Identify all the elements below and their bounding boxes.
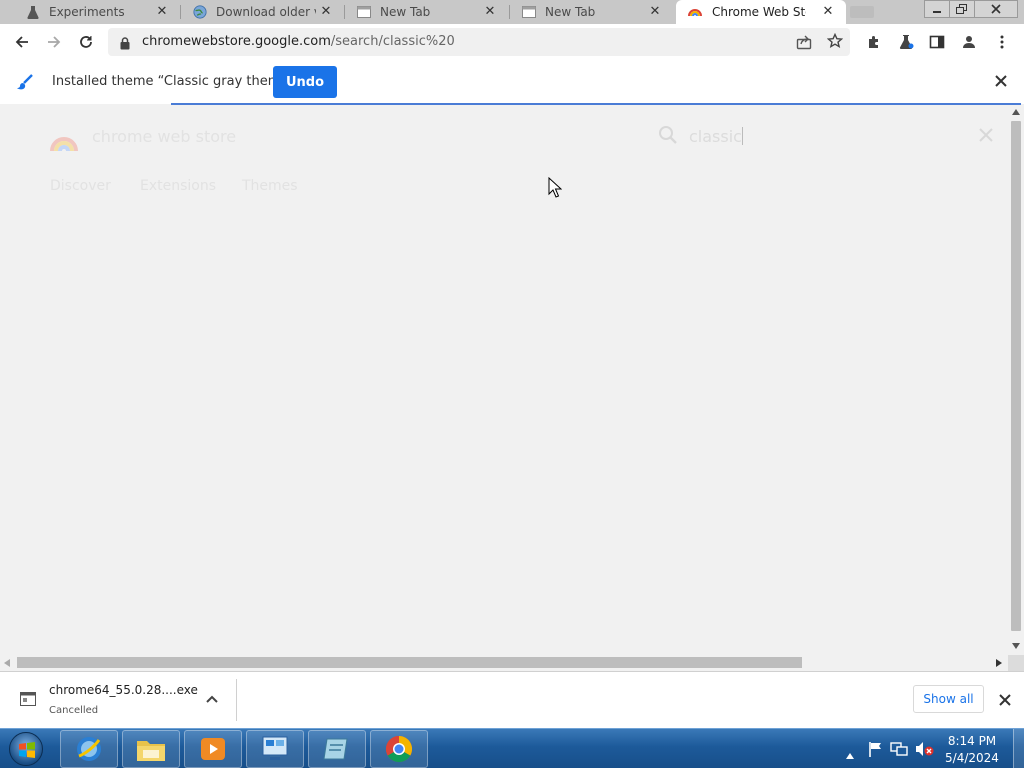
network-app-icon[interactable] <box>246 730 304 768</box>
scroll-right-arrow-icon <box>996 659 1002 667</box>
internet-explorer-icon[interactable] <box>60 730 118 768</box>
clock[interactable]: 8:14 PM 5/4/2024 <box>936 733 1008 767</box>
browser-toolbar: chromewebstore.google.com/search/classic… <box>0 24 1024 60</box>
scroll-down-arrow-icon <box>1012 643 1020 649</box>
omnibox[interactable]: chromewebstore.google.com/search/classic… <box>108 28 850 56</box>
forward-button[interactable] <box>40 28 68 56</box>
person-icon <box>963 36 975 48</box>
close-icon[interactable] <box>998 692 1012 711</box>
page-content: chrome web store classic Discover Extens… <box>0 105 1008 655</box>
reload-icon <box>80 36 92 48</box>
webstore-icon <box>688 5 702 19</box>
puzzle-icon <box>869 36 878 48</box>
nav-extensions[interactable]: Extensions <box>140 178 216 194</box>
undo-button[interactable]: Undo <box>273 66 337 98</box>
side-panel-icon <box>929 35 945 49</box>
horizontal-scroll-thumb[interactable] <box>17 657 802 668</box>
globe-icon <box>193 5 207 19</box>
paintbrush-icon <box>16 73 34 95</box>
close-icon[interactable] <box>994 73 1008 92</box>
tab-new-tab-2[interactable]: New Tab ✕ <box>496 0 673 24</box>
extensions-button[interactable] <box>860 28 888 56</box>
side-panel-button[interactable] <box>923 28 951 56</box>
vertical-scrollbar[interactable] <box>1008 105 1024 655</box>
minimize-button[interactable] <box>924 0 950 18</box>
reload-button[interactable] <box>72 28 100 56</box>
close-icon[interactable]: ✕ <box>820 4 836 20</box>
window-controls <box>924 0 1018 18</box>
download-shelf: chrome64_55.0.28....exe Cancelled Show a… <box>0 671 1024 728</box>
tab-strip: Experiments ✕ Download older v ✕ New Tab… <box>0 0 1024 24</box>
chevron-up-icon[interactable] <box>205 692 219 711</box>
action-center-flag-icon[interactable] <box>867 741 883 761</box>
newtab-icon <box>357 5 371 19</box>
url-host: chromewebstore.google.com <box>142 34 331 49</box>
nav-themes[interactable]: Themes <box>242 178 298 194</box>
show-desktop-button[interactable] <box>1013 729 1024 768</box>
taskbar: 8:14 PM 5/4/2024 <box>0 728 1024 768</box>
scroll-up-arrow-icon <box>1012 109 1020 115</box>
new-tab-button[interactable] <box>850 6 874 18</box>
screen: Experiments ✕ Download older v ✕ New Tab… <box>0 0 1024 768</box>
labs-button[interactable] <box>892 28 920 56</box>
back-arrow-icon <box>15 36 28 48</box>
vertical-scroll-thumb[interactable] <box>1011 121 1021 631</box>
forward-arrow-icon <box>48 36 61 48</box>
scroll-left-arrow-icon <box>4 659 10 667</box>
theme-infobar: Installed theme “Classic gray theme” Und… <box>0 60 1024 104</box>
url-text: chromewebstore.google.com/search/classic… <box>142 34 455 49</box>
file-icon <box>20 691 36 710</box>
volume-muted-icon[interactable] <box>914 741 934 761</box>
download-status: Cancelled <box>49 705 99 716</box>
flask-icon <box>899 35 914 49</box>
horizontal-scrollbar[interactable] <box>0 655 1008 671</box>
infobar-message: Installed theme “Classic gray theme” <box>52 74 296 89</box>
tab-title: Experiments <box>49 5 125 19</box>
restore-button[interactable] <box>949 0 975 18</box>
webstore-logo-icon[interactable] <box>50 129 78 157</box>
webstore-name[interactable]: chrome web store <box>92 127 236 146</box>
lock-icon[interactable] <box>120 35 130 54</box>
text-caret <box>742 127 743 145</box>
close-window-button[interactable] <box>974 0 1018 18</box>
windows-logo-icon <box>9 732 43 766</box>
clear-search-icon[interactable] <box>978 127 994 147</box>
tab-title: New Tab <box>545 5 596 19</box>
show-hidden-icons-icon[interactable] <box>846 744 854 763</box>
search-input[interactable]: classic <box>689 127 742 146</box>
notes-app-icon[interactable] <box>308 730 366 768</box>
flask-icon <box>26 5 40 19</box>
menu-button[interactable] <box>988 28 1016 56</box>
file-explorer-icon[interactable] <box>122 730 180 768</box>
tab-new-tab-1[interactable]: New Tab ✕ <box>331 0 508 24</box>
newtab-icon <box>522 5 536 19</box>
clock-time: 8:14 PM <box>947 734 997 748</box>
scrollbar-corner <box>1008 655 1024 671</box>
tab-title: Download older v <box>216 5 316 19</box>
network-icon[interactable] <box>890 741 908 761</box>
share-icon[interactable] <box>796 34 812 54</box>
tab-chrome-web-store[interactable]: Chrome Web Stor ✕ <box>676 0 846 24</box>
chrome-icon[interactable] <box>370 730 428 768</box>
tab-title: Chrome Web Stor <box>712 5 806 19</box>
url-path: /search/classic%20 <box>330 34 455 49</box>
more-vert-icon <box>1000 35 1004 49</box>
media-player-icon[interactable] <box>184 730 242 768</box>
bookmark-star-icon[interactable] <box>826 32 844 53</box>
profile-button[interactable] <box>955 28 983 56</box>
tab-download-older[interactable]: Download older v ✕ <box>167 0 344 24</box>
divider <box>236 679 237 721</box>
download-file-name[interactable]: chrome64_55.0.28....exe <box>49 683 198 697</box>
mouse-pointer-icon <box>548 176 563 202</box>
show-all-button[interactable]: Show all <box>913 685 984 713</box>
tab-title: New Tab <box>380 5 431 19</box>
clock-date: 5/4/2024 <box>945 751 999 765</box>
start-button[interactable] <box>6 731 46 767</box>
back-button[interactable] <box>8 28 36 56</box>
search-icon <box>658 125 678 149</box>
close-icon[interactable]: ✕ <box>647 4 663 20</box>
nav-discover[interactable]: Discover <box>50 178 111 194</box>
tab-experiments[interactable]: Experiments ✕ <box>0 0 180 24</box>
